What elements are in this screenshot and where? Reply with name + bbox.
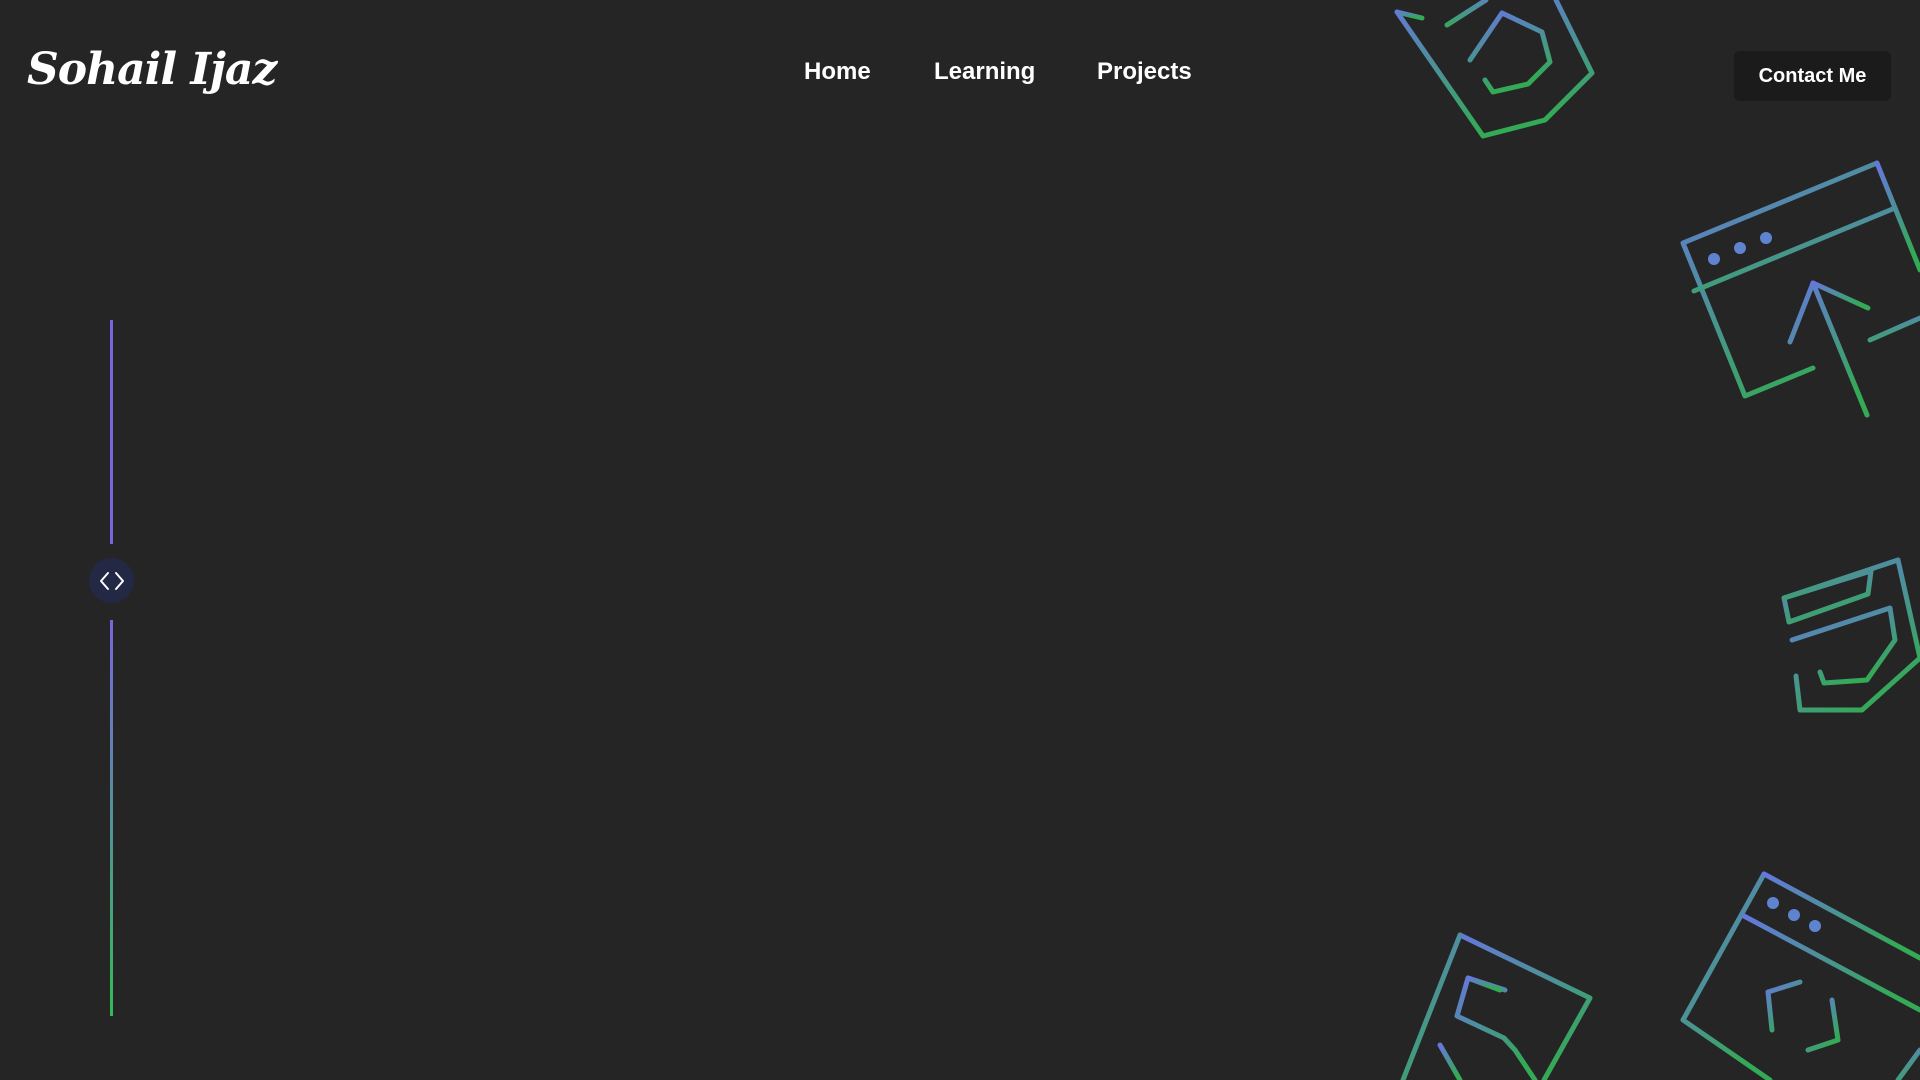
css3-icon (1781, 557, 1920, 713)
browser-code-icon (1680, 871, 1920, 1080)
css3-icon (1394, 0, 1595, 139)
html5-icon (1400, 932, 1593, 1080)
page: Sohail Ijaz Home Learning Projects Conta… (0, 0, 1920, 1080)
background-decorations (1394, 0, 1920, 1080)
browser-cursor-icon (1680, 160, 1920, 418)
